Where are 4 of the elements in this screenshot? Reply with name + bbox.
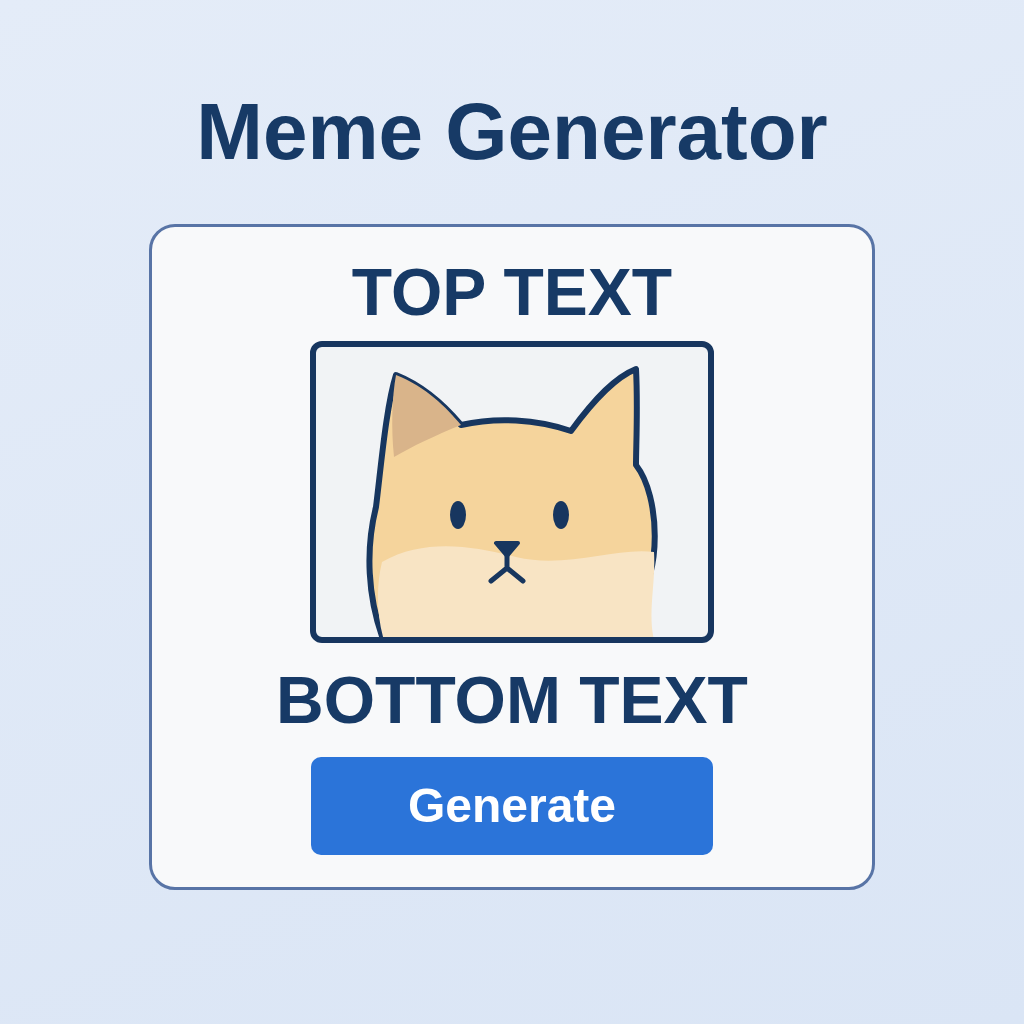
page-title: Meme Generator: [196, 88, 828, 176]
top-text: TOP TEXT: [351, 259, 673, 325]
bottom-text: BOTTOM TEXT: [276, 667, 748, 733]
generate-button[interactable]: Generate: [311, 757, 713, 855]
